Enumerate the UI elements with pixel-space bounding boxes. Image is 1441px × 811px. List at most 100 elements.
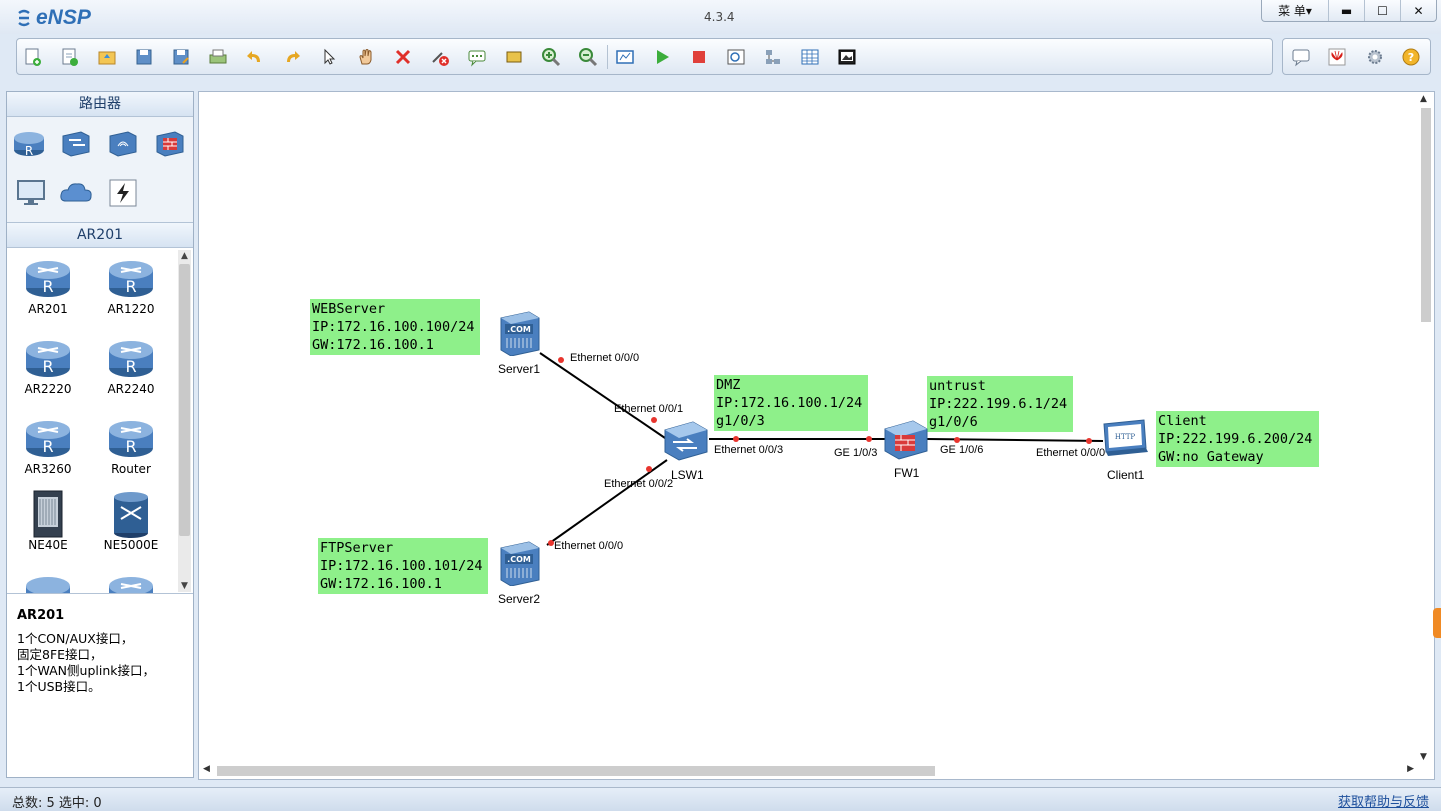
fw1-node[interactable] (883, 417, 929, 464)
server1-node[interactable]: .COM (499, 310, 541, 359)
new-topology-icon[interactable] (23, 47, 43, 67)
fit-view-icon[interactable] (615, 47, 635, 67)
cloud-category-icon[interactable] (58, 175, 94, 211)
start-device-icon[interactable] (652, 47, 672, 67)
switch-category-icon[interactable] (58, 125, 94, 161)
capture-icon[interactable] (726, 47, 746, 67)
device-item[interactable]: R AR2220 (8, 334, 88, 396)
close-button[interactable]: ✕ (1400, 0, 1436, 21)
scroll-down-icon[interactable]: ▼ (1420, 752, 1427, 762)
port-label: Ethernet 0/0/0 (570, 352, 640, 364)
hand-pan-icon[interactable] (356, 47, 376, 67)
description-title: AR201 (17, 608, 65, 623)
scroll-up-icon[interactable]: ▲ (178, 250, 191, 262)
version-label: 4.3.4 (704, 10, 735, 24)
router-icon: R (24, 254, 72, 302)
screenshot-icon[interactable] (837, 47, 857, 67)
svg-text:R: R (125, 437, 136, 456)
stop-device-icon[interactable] (689, 47, 709, 67)
delete-icon[interactable] (393, 47, 413, 67)
topology-canvas[interactable]: WEBServer IP:172.16.100.100/24 GW:172.16… (198, 91, 1435, 780)
save-icon[interactable] (134, 47, 154, 67)
router-category-icon[interactable]: R (11, 125, 47, 161)
device-item[interactable]: NE40E (8, 490, 88, 552)
svg-text:R: R (125, 357, 136, 376)
lsw1-label: LSW1 (671, 468, 704, 482)
link-category-icon[interactable] (105, 175, 141, 211)
scroll-up-icon[interactable]: ▲ (1420, 94, 1427, 104)
link-server1-lsw1[interactable] (539, 352, 666, 439)
undo-icon[interactable] (245, 47, 265, 67)
scrollbar-thumb[interactable] (179, 264, 190, 536)
new-blank-icon[interactable] (60, 47, 80, 67)
router-icon: R (107, 334, 155, 382)
select-pointer-icon[interactable] (319, 47, 339, 67)
rectangle-icon[interactable] (504, 47, 524, 67)
device-item[interactable]: R AR1220 (91, 254, 171, 316)
device-palette: 路由器 R AR201 R AR201 R AR1220 R AR2220 R AR22… (6, 91, 194, 778)
help-icon[interactable]: ? (1401, 47, 1421, 67)
untrust-note[interactable]: untrust IP:222.199.6.1/24 g1/0/6 (927, 376, 1073, 432)
maximize-button[interactable]: ☐ (1364, 0, 1400, 21)
link-server2-lsw1[interactable] (546, 459, 668, 546)
canvas-vertical-scrollbar[interactable]: ▲ ▼ (1417, 92, 1434, 764)
device-list-scrollbar[interactable]: ▲ ▼ (178, 250, 191, 592)
save-as-icon[interactable] (171, 47, 191, 67)
zoom-in-icon[interactable] (541, 47, 561, 67)
delete-link-icon[interactable] (430, 47, 450, 67)
pc-category-icon[interactable] (13, 175, 49, 211)
server-icon: .COM (500, 311, 540, 357)
dmz-note[interactable]: DMZ IP:172.16.100.1/24 g1/0/3 (714, 375, 868, 431)
device-label: AR2220 (24, 382, 72, 396)
app-name: eNSP (36, 6, 91, 29)
scroll-down-icon[interactable]: ▼ (178, 580, 191, 592)
switch-icon (664, 421, 708, 461)
menu-button[interactable]: 菜 单▾ (1262, 0, 1328, 21)
scrollbar-thumb[interactable] (217, 766, 935, 776)
device-item[interactable]: R AR201 (8, 254, 88, 316)
print-icon[interactable] (208, 47, 228, 67)
help-toolbar: ? (1282, 38, 1431, 75)
link-fw1-client1[interactable] (926, 438, 1104, 442)
canvas-horizontal-scrollbar[interactable]: ◀ ▶ (199, 762, 1418, 779)
window-controls: 菜 单▾ ▬ ☐ ✕ (1261, 0, 1437, 22)
scrollbar-thumb[interactable] (1421, 108, 1431, 322)
svg-text:R: R (25, 144, 33, 158)
huawei-logo-icon[interactable] (1327, 47, 1347, 67)
device-item-partial[interactable] (91, 570, 171, 593)
server1-label: Server1 (498, 362, 541, 376)
webserver-note[interactable]: WEBServer IP:172.16.100.100/24 GW:172.16… (310, 299, 480, 355)
selection-count: 总数: 5 选中: 0 (12, 796, 102, 811)
device-item[interactable]: R Router (91, 414, 171, 476)
ftpserver-note[interactable]: FTPServer IP:172.16.100.101/24 GW:172.16… (318, 538, 488, 594)
help-feedback-link[interactable]: 获取帮助与反馈 (1338, 791, 1429, 810)
side-feedback-tab[interactable] (1433, 608, 1441, 638)
scroll-right-icon[interactable]: ▶ (1407, 764, 1414, 774)
scroll-left-icon[interactable]: ◀ (203, 764, 210, 774)
redo-icon[interactable] (282, 47, 302, 67)
svg-text:R: R (125, 277, 136, 296)
svg-text:R: R (42, 357, 53, 376)
settings-gear-icon[interactable] (1365, 47, 1385, 67)
minimize-button[interactable]: ▬ (1328, 0, 1364, 21)
open-icon[interactable] (97, 47, 117, 67)
device-item[interactable]: R AR3260 (8, 414, 88, 476)
description-line: 1个CON/AUX接口， (17, 631, 134, 646)
firewall-category-icon[interactable] (152, 125, 188, 161)
router-icon: R (107, 414, 155, 462)
zoom-out-icon[interactable] (578, 47, 598, 67)
client-note[interactable]: Client IP:222.199.6.200/24 GW:no Gateway (1156, 411, 1319, 467)
port-label: Ethernet 0/0/1 (614, 403, 684, 415)
device-label: AR3260 (24, 462, 72, 476)
grid-table-icon[interactable] (800, 47, 820, 67)
wireless-category-icon[interactable] (105, 125, 141, 161)
lsw1-node[interactable] (663, 418, 709, 465)
device-item[interactable]: NE5000E (91, 490, 171, 552)
server2-node[interactable]: .COM (499, 540, 541, 589)
device-item-partial[interactable] (8, 570, 88, 593)
client1-node[interactable]: HTTP (1100, 418, 1150, 461)
text-note-icon[interactable] (467, 47, 487, 67)
device-item[interactable]: R AR2240 (91, 334, 171, 396)
topology-icon[interactable] (763, 47, 783, 67)
chat-feedback-icon[interactable] (1291, 47, 1311, 67)
